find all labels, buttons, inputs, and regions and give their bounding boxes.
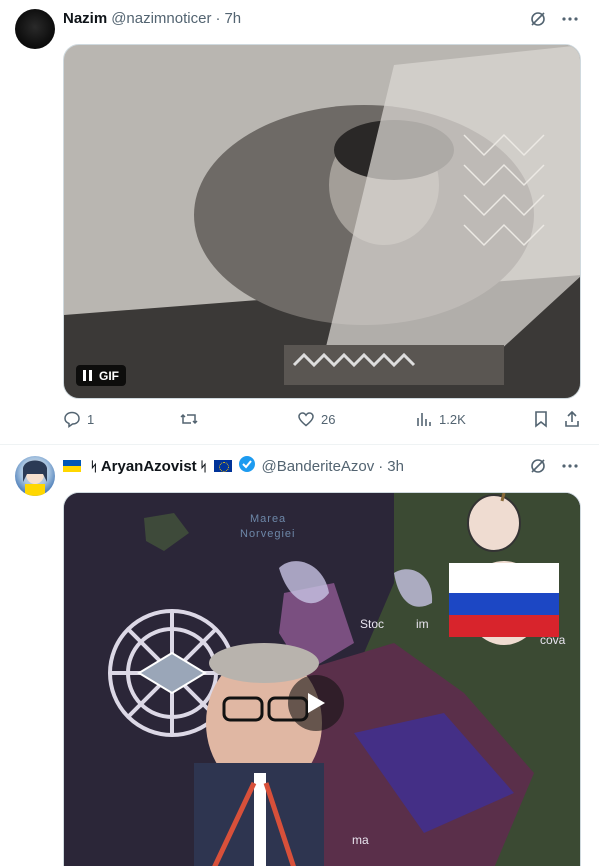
gif-label: GIF — [99, 368, 119, 383]
map-label: Marea — [250, 513, 287, 525]
view-count: 1.2K — [439, 411, 466, 427]
map-label: Norvegiei — [240, 528, 296, 540]
more-options-icon[interactable] — [561, 457, 579, 480]
reply-icon — [64, 411, 80, 428]
reply-count: 1 — [87, 411, 95, 427]
timestamp[interactable]: 3h — [387, 458, 404, 475]
video-media[interactable]: Marea Norvegiei Stoc im cova ma — [63, 492, 581, 866]
grok-icon[interactable] — [529, 10, 547, 33]
author-name[interactable]: Nazim — [63, 10, 107, 27]
tweet-header: Nazim @nazimnoticer · 7h — [63, 8, 241, 28]
tweet-actions: 1 26 1.2K — [63, 410, 583, 434]
grok-icon[interactable] — [529, 457, 547, 480]
gif-toggle-button[interactable]: GIF — [76, 365, 126, 386]
author-handle[interactable]: @nazimnoticer — [111, 10, 211, 27]
heart-icon — [298, 412, 314, 427]
timestamp[interactable]: 7h — [224, 10, 241, 27]
retweet-icon — [180, 413, 198, 425]
map-label: ma — [352, 833, 369, 847]
tweet-top-actions — [529, 10, 579, 33]
map-label: im — [416, 617, 429, 631]
views-icon — [417, 413, 431, 426]
separator: · — [215, 9, 221, 27]
ukraine-flag-icon — [63, 460, 81, 472]
play-button[interactable] — [288, 675, 344, 731]
author-handle[interactable]: @BanderiteAzov — [261, 458, 374, 475]
rune-icon: ᛋ — [199, 458, 208, 474]
share-button[interactable] — [563, 410, 581, 428]
map-label: Stoc — [360, 617, 385, 631]
avatar[interactable] — [15, 456, 55, 496]
map-label: cova — [540, 633, 566, 647]
tweet-top-actions — [529, 457, 579, 480]
more-options-icon[interactable] — [561, 10, 579, 33]
views-button[interactable]: 1.2K — [415, 410, 466, 428]
play-icon — [308, 693, 325, 713]
like-button[interactable]: 26 — [297, 410, 335, 428]
retweet-button[interactable] — [179, 410, 199, 428]
tweet[interactable]: ᛋ AryanAzovist ᛋ @BanderiteAzov · 3h Mar… — [0, 446, 599, 866]
rune-icon: ᛋ — [90, 458, 98, 474]
reply-button[interactable]: 1 — [63, 410, 94, 428]
bookmark-button[interactable] — [533, 410, 549, 428]
separator: · — [378, 457, 384, 475]
author-name[interactable]: AryanAzovist — [101, 458, 197, 475]
share-icon — [565, 410, 579, 427]
tweet-header: ᛋ AryanAzovist ᛋ @BanderiteAzov · 3h — [63, 456, 404, 476]
eu-flag-icon — [214, 460, 233, 472]
pause-icon — [83, 370, 92, 381]
bookmark-icon — [535, 411, 547, 428]
gif-media[interactable]: GIF — [63, 44, 581, 399]
tweet[interactable]: Nazim @nazimnoticer · 7h GIF 1 26 1.2K — [0, 0, 599, 445]
verified-badge-icon[interactable] — [238, 455, 256, 477]
like-count: 26 — [321, 411, 336, 427]
avatar[interactable] — [15, 9, 55, 49]
